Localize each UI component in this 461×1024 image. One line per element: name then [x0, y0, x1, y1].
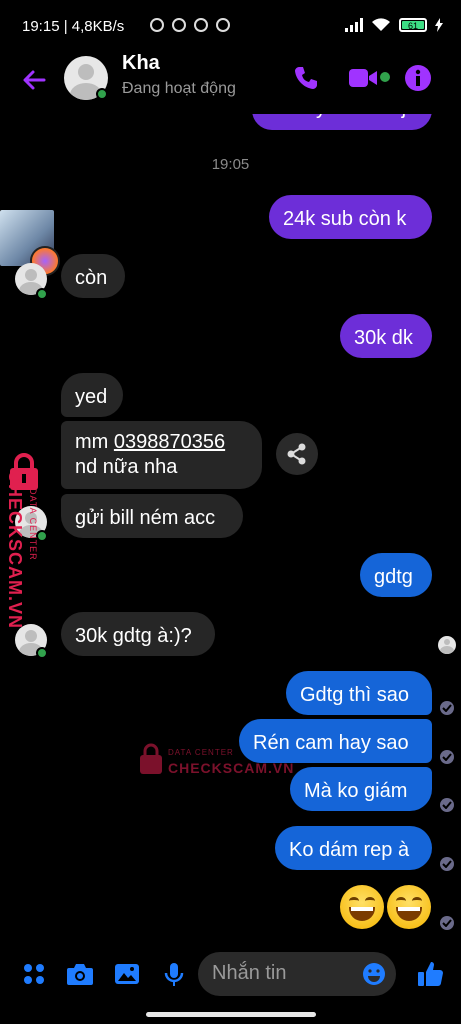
- delivered-check-icon: [440, 701, 454, 715]
- message-text-prefix: mm: [75, 431, 114, 453]
- wifi-icon: [372, 18, 390, 31]
- chat-timestamp: 19:05: [211, 156, 250, 173]
- share-button[interactable]: [276, 433, 318, 475]
- mute-icon: [150, 18, 164, 32]
- message-bubble-outgoing[interactable]: Rén cam hay sao: [239, 719, 432, 763]
- delivered-check-icon: [440, 857, 454, 871]
- message-text: 30k dk: [354, 327, 413, 349]
- message-bubble-incoming[interactable]: gửi bill ném acc: [61, 494, 243, 538]
- message-bubble-incoming[interactable]: mm 0398870356 nd nữa nha: [61, 421, 262, 489]
- microphone-icon[interactable]: [164, 962, 184, 988]
- camera-icon[interactable]: [66, 962, 94, 986]
- message-bubble-outgoing[interactable]: Mà ko giám: [290, 767, 432, 811]
- status-right: 61: [345, 18, 443, 32]
- status-notification-icons: [150, 18, 230, 32]
- message-text: gdtg: [374, 566, 413, 588]
- signal-icon: [345, 18, 363, 32]
- share-icon: [287, 443, 306, 465]
- info-icon[interactable]: [404, 64, 432, 92]
- online-indicator: [36, 647, 48, 659]
- online-indicator: [96, 88, 108, 100]
- message-text: Mà ko giám: [304, 780, 408, 802]
- emoji-icon[interactable]: [362, 962, 386, 986]
- watermark-lock-icon: [140, 743, 162, 774]
- video-active-dot: [380, 72, 390, 82]
- message-text: 30k gdtg à:)?: [75, 625, 192, 647]
- message-text: gửi bill ném acc: [75, 507, 216, 529]
- message-input-placeholder: Nhắn tin: [212, 962, 287, 984]
- delivered-check-icon: [440, 750, 454, 764]
- message-bubble-incoming[interactable]: còn: [61, 254, 125, 298]
- delivered-check-icon: [440, 916, 454, 930]
- phone-call-icon[interactable]: [292, 64, 320, 92]
- watermark-tag: DATA CENTER: [28, 488, 38, 561]
- home-indicator[interactable]: [146, 1012, 316, 1017]
- message-bubble-outgoing[interactable]: Gdtg thì sao: [286, 671, 432, 715]
- alarm-icon: [172, 18, 186, 32]
- grinning-emoji-icon[interactable]: [387, 885, 431, 929]
- message-composer: Nhắn tin: [0, 948, 461, 1004]
- message-text: Rén cam hay sao: [253, 732, 409, 754]
- message-bubble-incoming[interactable]: 30k gdtg à:)?: [61, 612, 215, 656]
- app-icon: [216, 18, 230, 32]
- status-bar: 19:15 | 4,8KB/s 61: [0, 0, 461, 52]
- battery-icon: 61: [399, 18, 427, 32]
- watermark-tag: DATA CENTER: [168, 748, 234, 757]
- more-actions-icon[interactable]: [22, 962, 46, 986]
- grinning-emoji-icon[interactable]: [340, 885, 384, 929]
- gallery-icon[interactable]: [114, 962, 140, 986]
- online-indicator: [36, 288, 48, 300]
- seen-avatar: [438, 636, 456, 654]
- message-text: Ko dám rep à: [289, 839, 410, 861]
- message-bubble-incoming[interactable]: yed: [61, 373, 123, 417]
- message-text: yed: [75, 386, 108, 408]
- watermark-brand: CHECKSCAM.VN: [5, 470, 25, 630]
- chat-header: Kha Đang hoạt động: [0, 52, 461, 114]
- status-time-speed: 19:15 | 4,8KB/s: [22, 18, 125, 35]
- charging-icon: [435, 18, 443, 32]
- contact-name[interactable]: Kha: [122, 52, 160, 75]
- delivered-check-icon: [440, 798, 454, 812]
- back-arrow-icon[interactable]: [20, 66, 48, 94]
- message-text: 24k sub còn k: [283, 208, 407, 230]
- message-text: Gdtg thì sao: [300, 684, 409, 706]
- message-bubble-outgoing[interactable]: 30k dk: [340, 314, 432, 358]
- message-bubble-outgoing[interactable]: gdtg: [360, 553, 432, 597]
- message-input[interactable]: Nhắn tin: [198, 952, 396, 996]
- video-call-icon[interactable]: [348, 66, 378, 90]
- watermark-center: DATA CENTER CHECKSCAM.VN: [138, 742, 293, 781]
- contact-status: Đang hoạt động: [122, 80, 236, 97]
- message-text: nd nữa nha: [75, 456, 178, 478]
- message-bubble-outgoing[interactable]: Ko dám rep à: [275, 826, 432, 870]
- battery-level: 61: [402, 21, 424, 31]
- message-bubble-outgoing[interactable]: 24k sub còn k: [269, 195, 432, 239]
- phone-number-link[interactable]: 0398870356: [114, 431, 225, 453]
- message-text: còn: [75, 267, 108, 289]
- like-thumb-icon[interactable]: [416, 960, 444, 988]
- sticker-image[interactable]: [0, 210, 60, 276]
- messenger-icon: [194, 18, 208, 32]
